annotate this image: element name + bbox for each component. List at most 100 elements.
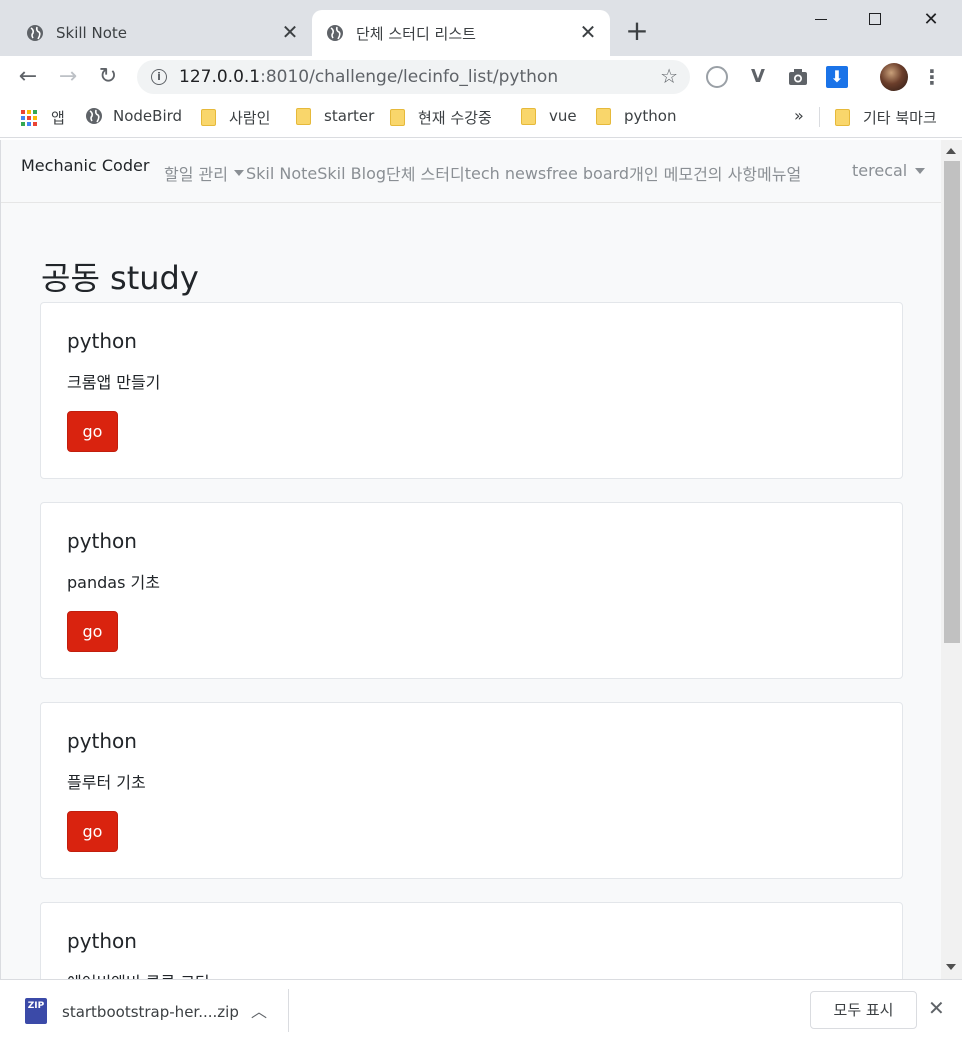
page-content: 공동 study python 크롬앱 만들기 go python pandas… bbox=[1, 203, 941, 979]
bookmark-label: 현재 수강중 bbox=[418, 109, 492, 127]
bookmark-label: starter bbox=[324, 107, 375, 125]
maximize-icon bbox=[869, 13, 881, 25]
bookmark-folder[interactable]: starter bbox=[296, 107, 374, 125]
minimize-icon bbox=[815, 18, 827, 20]
bookmark-label: 사람인 bbox=[229, 109, 271, 127]
folder-icon bbox=[835, 109, 850, 126]
star-icon[interactable]: ☆ bbox=[660, 64, 678, 88]
bookmark-label: vue bbox=[549, 107, 577, 125]
close-icon[interactable]: ✕ bbox=[578, 22, 598, 42]
minimize-button[interactable] bbox=[806, 6, 836, 32]
show-all-button[interactable]: 모두 표시 bbox=[810, 991, 917, 1029]
card-text: pandas 기초 bbox=[67, 573, 160, 592]
card-title: python bbox=[67, 529, 137, 553]
apps-grid-icon bbox=[21, 109, 37, 126]
bookmarks-bar: 앱 NodeBird 사람인 starter 현재 수강중 vue python… bbox=[0, 98, 962, 138]
tab-group-study-list[interactable]: 단체 스터디 리스트 ✕ bbox=[312, 10, 610, 56]
info-icon[interactable]: i bbox=[151, 69, 167, 85]
bookmark-folder[interactable]: 사람인 bbox=[201, 107, 270, 128]
study-card: python 플루터 기초 go bbox=[40, 702, 903, 879]
go-button[interactable]: go bbox=[67, 411, 118, 452]
nav-link[interactable]: Skil Blog bbox=[317, 164, 386, 183]
study-card: python pandas 기초 go bbox=[40, 502, 903, 679]
caret-down-icon[interactable] bbox=[233, 170, 244, 176]
site-brand[interactable]: Mechanic Coder bbox=[21, 156, 149, 175]
nav-link[interactable]: Skil Note bbox=[246, 164, 317, 183]
card-text: 에어비앤비 클론 코딩 bbox=[67, 969, 210, 979]
reload-icon[interactable]: ↻ bbox=[95, 64, 121, 90]
nav-link[interactable]: 단체 스터디 bbox=[386, 161, 465, 185]
download-icon[interactable]: ⬇ bbox=[826, 66, 848, 88]
tab-title: Skill Note bbox=[56, 24, 127, 42]
divider bbox=[288, 989, 289, 1032]
zip-file-icon[interactable]: ZIP bbox=[25, 998, 47, 1024]
bookmark-label: 앱 bbox=[51, 109, 65, 127]
maximize-button[interactable] bbox=[860, 6, 890, 32]
bookmark-apps[interactable]: 앱 bbox=[21, 107, 65, 128]
download-shelf: ZIP startbootstrap-her....zip ︿ 모두 표시 ✕ bbox=[0, 979, 962, 1040]
study-card: python 에어비앤비 클론 코딩 go bbox=[40, 902, 903, 979]
tab-strip: Skill Note ✕ 단체 스터디 리스트 ✕ + ✕ bbox=[0, 0, 962, 56]
bookmark-label: python bbox=[624, 107, 677, 125]
tab-skill-note[interactable]: Skill Note ✕ bbox=[0, 10, 312, 56]
user-name: terecal bbox=[852, 161, 908, 180]
nav-link[interactable]: 건의 사항 bbox=[693, 161, 757, 185]
address-bar[interactable]: i 127.0.0.1:8010/challenge/lecinfo_list/… bbox=[137, 60, 690, 94]
globe-icon bbox=[27, 25, 43, 41]
scrollbar-thumb[interactable] bbox=[944, 161, 960, 643]
avatar[interactable] bbox=[880, 63, 908, 91]
card-text: 크롬앱 만들기 bbox=[67, 373, 161, 392]
nav-link[interactable]: tech news bbox=[465, 164, 547, 183]
go-button[interactable]: go bbox=[67, 611, 118, 652]
vue-devtools-icon[interactable]: V bbox=[747, 66, 769, 88]
bookmark-folder[interactable]: python bbox=[596, 107, 676, 125]
menu-dots-icon[interactable]: ⋮ bbox=[922, 64, 942, 90]
close-icon[interactable]: ✕ bbox=[280, 22, 300, 42]
folder-icon bbox=[521, 107, 536, 125]
bookmark-other[interactable]: 기타 북마크 bbox=[835, 107, 937, 128]
extension-icon[interactable] bbox=[706, 66, 728, 88]
browser-window: Skill Note ✕ 단체 스터디 리스트 ✕ + ✕ ← → ↻ i 12… bbox=[0, 0, 962, 1040]
close-icon[interactable]: ✕ bbox=[928, 996, 945, 1020]
nav-link[interactable]: free board bbox=[546, 164, 629, 183]
folder-icon bbox=[296, 107, 311, 125]
page-scrollbar[interactable] bbox=[941, 140, 962, 979]
url-text[interactable]: 127.0.0.1:8010/challenge/lecinfo_list/py… bbox=[179, 67, 558, 87]
folder-icon bbox=[201, 109, 216, 126]
folder-icon bbox=[596, 107, 611, 125]
folder-icon bbox=[390, 109, 405, 126]
go-button[interactable]: go bbox=[67, 811, 118, 852]
globe-icon bbox=[327, 25, 343, 41]
bookmark-folder[interactable]: 현재 수강중 bbox=[390, 107, 492, 128]
url-host: 127.0.0.1 bbox=[179, 67, 261, 87]
card-title: python bbox=[67, 329, 137, 353]
forward-arrow-icon[interactable]: → bbox=[55, 64, 81, 90]
close-icon: ✕ bbox=[923, 8, 939, 30]
chevron-up-icon[interactable]: ︿ bbox=[251, 998, 267, 1022]
user-menu[interactable]: terecal bbox=[852, 161, 927, 180]
page-viewport: Mechanic Coder 할일 관리 Skil Note Skil Blog… bbox=[0, 140, 962, 979]
tab-title: 단체 스터디 리스트 bbox=[356, 24, 476, 43]
card-title: python bbox=[67, 929, 137, 953]
scroll-up-icon[interactable] bbox=[946, 148, 956, 154]
camera-icon[interactable] bbox=[787, 66, 809, 88]
nav-dropdown-todo[interactable]: 할일 관리 bbox=[164, 161, 228, 185]
download-file-name[interactable]: startbootstrap-her....zip bbox=[62, 1003, 239, 1021]
page-title: 공동 study bbox=[41, 259, 199, 297]
url-path: :8010/challenge/lecinfo_list/python bbox=[260, 67, 559, 87]
window-close-button[interactable]: ✕ bbox=[916, 6, 946, 32]
bookmark-folder[interactable]: vue bbox=[521, 107, 577, 125]
card-title: python bbox=[67, 729, 137, 753]
back-arrow-icon[interactable]: ← bbox=[15, 64, 41, 90]
bookmarks-more-button[interactable]: » bbox=[794, 106, 804, 125]
study-card: python 크롬앱 만들기 go bbox=[40, 302, 903, 479]
card-text: 플루터 기초 bbox=[67, 773, 146, 792]
bookmark-nodebird[interactable]: NodeBird bbox=[85, 107, 182, 125]
scroll-down-icon[interactable] bbox=[946, 964, 956, 970]
nav-link[interactable]: 개인 메모 bbox=[629, 161, 693, 185]
nav-links: 할일 관리 Skil Note Skil Blog 단체 스터디 tech ne… bbox=[164, 161, 801, 185]
caret-down-icon bbox=[915, 167, 926, 174]
nav-link[interactable]: 메뉴얼 bbox=[757, 161, 801, 185]
new-tab-button[interactable]: + bbox=[624, 17, 650, 45]
bookmark-label: 기타 북마크 bbox=[863, 109, 937, 127]
